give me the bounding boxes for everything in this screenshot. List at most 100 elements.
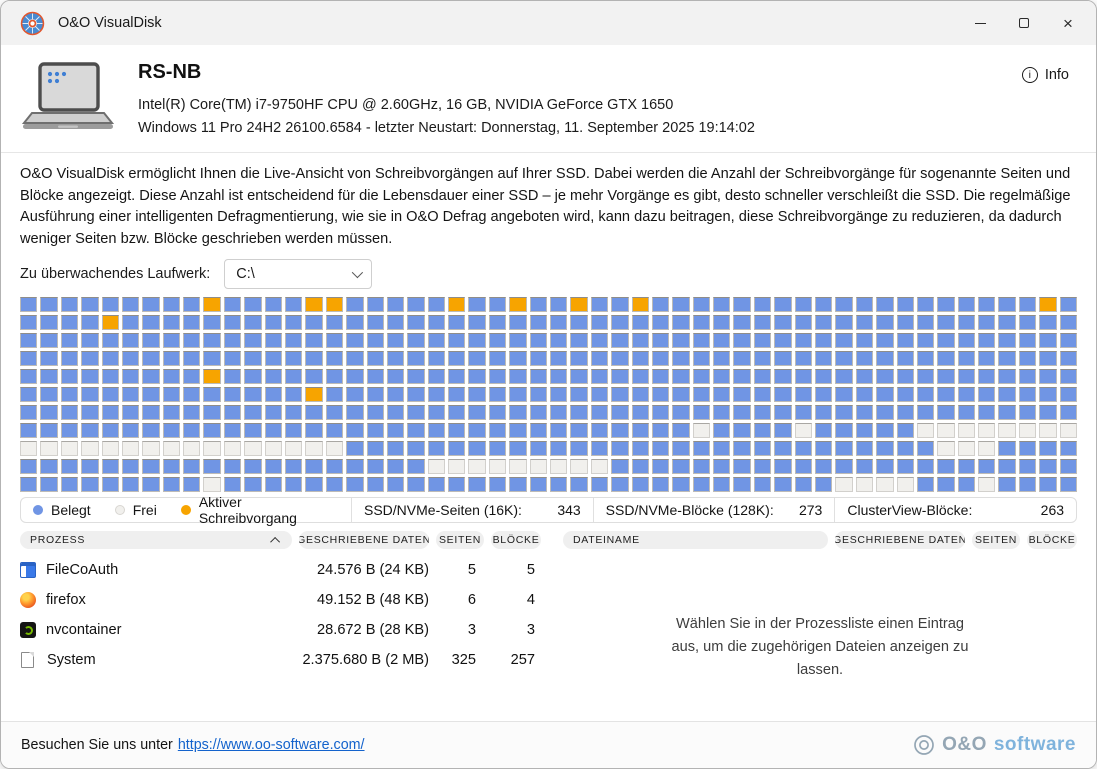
disk-block-cell (448, 387, 465, 402)
website-link[interactable]: https://www.oo-software.com/ (178, 737, 365, 753)
disk-block-cell (448, 369, 465, 384)
disk-block-cell (61, 423, 78, 438)
disk-block-cell (856, 315, 873, 330)
disk-block-cell (346, 387, 363, 402)
close-button[interactable]: × (1046, 6, 1090, 40)
column-header-file-seiten[interactable]: SEITEN (972, 531, 1020, 549)
disk-block-cell (693, 369, 710, 384)
column-header-geschriebene-daten[interactable]: GESCHRIEBENE DATEN (299, 531, 429, 549)
process-row[interactable]: FileCoAuth24.576 B (24 KB)55 (20, 555, 541, 585)
disk-block-cell (835, 423, 852, 438)
disk-block-cell (367, 333, 384, 348)
disk-block-cell (550, 297, 567, 312)
disk-block-cell (937, 351, 954, 366)
column-header-seiten[interactable]: SEITEN (436, 531, 484, 549)
column-header-prozess[interactable]: PROZESS (20, 531, 292, 549)
disk-block-cell (733, 441, 750, 456)
disk-block-cell (978, 315, 995, 330)
disk-block-cell (20, 477, 37, 492)
drive-select-dropdown[interactable]: C:\ (224, 259, 372, 289)
column-header-bloecke[interactable]: BLÖCKE (491, 531, 541, 549)
app-window: O&O VisualDisk × (0, 0, 1097, 769)
disk-block-cell (998, 333, 1015, 348)
disk-block-cell (40, 297, 57, 312)
disk-block-cell (163, 315, 180, 330)
disk-block-cell (774, 333, 791, 348)
disk-block-cell (570, 297, 587, 312)
dateiname-header-label: DATEINAME (573, 534, 640, 546)
disk-block-cell (40, 333, 57, 348)
disk-block-cell (1019, 333, 1036, 348)
process-row[interactable]: firefox49.152 B (48 KB)64 (20, 585, 541, 615)
disk-block-cell (203, 441, 220, 456)
disk-block-cell (693, 423, 710, 438)
column-header-dateiname[interactable]: DATEINAME (563, 531, 828, 549)
disk-block-cell (346, 441, 363, 456)
disk-block-cell (1039, 297, 1056, 312)
disk-block-cell (40, 315, 57, 330)
disk-block-cell (102, 423, 119, 438)
disk-block-cell (713, 477, 730, 492)
disk-block-cell (224, 477, 241, 492)
disk-block-cell (40, 441, 57, 456)
disk-block-cell (795, 297, 812, 312)
disk-block-cell (489, 423, 506, 438)
disk-block-cell (937, 333, 954, 348)
process-name: FileCoAuth (46, 562, 118, 578)
column-header-file-geschriebene-daten[interactable]: GESCHRIEBENE DATEN (835, 531, 965, 549)
column-header-file-bloecke[interactable]: BLÖCKE (1027, 531, 1077, 549)
disk-block-cell (326, 405, 343, 420)
maximize-button[interactable] (1002, 6, 1046, 40)
disk-block-cell (183, 423, 200, 438)
disk-block-cell (468, 369, 485, 384)
process-name: nvcontainer (46, 622, 121, 638)
app-logo-icon (20, 11, 45, 36)
minimize-button[interactable] (958, 6, 1002, 40)
disk-block-cell (978, 387, 995, 402)
disk-block-cell (672, 351, 689, 366)
disk-block-cell (835, 351, 852, 366)
disk-block-cell (591, 369, 608, 384)
disk-block-cell (142, 315, 159, 330)
disk-block-cell (265, 387, 282, 402)
disk-block-cell (509, 477, 526, 492)
disk-block-cell (20, 405, 37, 420)
disk-block-cell (693, 459, 710, 474)
disk-block-cell (835, 441, 852, 456)
disk-block-cell (102, 333, 119, 348)
disk-block-cell (530, 441, 547, 456)
pages-value: 3 (436, 622, 484, 638)
disk-block-cell (835, 405, 852, 420)
process-row[interactable]: System2.375.680 B (2 MB)325257 (20, 645, 541, 675)
disk-block-cell (305, 315, 322, 330)
disk-block-cell (265, 333, 282, 348)
disk-block-cell (20, 387, 37, 402)
info-button[interactable]: i Info (1022, 67, 1069, 83)
disk-block-cell (367, 459, 384, 474)
disk-block-cell (937, 405, 954, 420)
disk-block-cell (652, 441, 669, 456)
disk-block-cell (407, 369, 424, 384)
stat-ssd-blocks: SSD/NVMe-Blöcke (128K): 273 (593, 498, 835, 522)
disk-block-cell (713, 351, 730, 366)
disk-block-cell (570, 441, 587, 456)
legend-occupied-label: Belegt (51, 502, 91, 518)
disk-block-cell (672, 477, 689, 492)
disk-block-cell (163, 441, 180, 456)
disk-block-cell (998, 423, 1015, 438)
disk-block-cell (81, 297, 98, 312)
disk-block-cell (917, 477, 934, 492)
disk-block-cell (367, 477, 384, 492)
header-separator (1, 152, 1096, 153)
disk-block-cell (611, 387, 628, 402)
process-table-rows: FileCoAuth24.576 B (24 KB)55firefox49.15… (20, 555, 541, 675)
disk-block-cell (203, 333, 220, 348)
process-row[interactable]: nvcontainer28.672 B (28 KB)33 (20, 615, 541, 645)
disk-block-cell (407, 333, 424, 348)
disk-block-cell (265, 459, 282, 474)
disk-block-cell (733, 423, 750, 438)
disk-block-cell (40, 459, 57, 474)
disk-block-cell (815, 441, 832, 456)
disk-block-cell (754, 297, 771, 312)
disk-block-cell (835, 297, 852, 312)
